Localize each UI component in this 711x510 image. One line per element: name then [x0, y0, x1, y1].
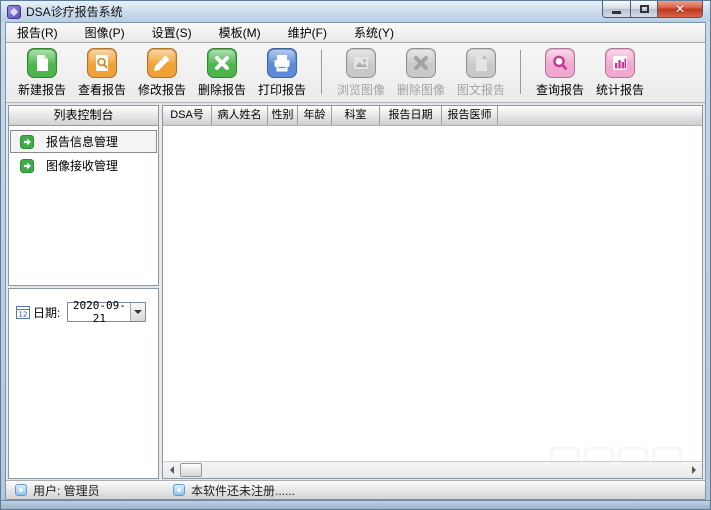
svg-text:12: 12 — [19, 310, 28, 318]
edit-report-icon — [147, 48, 177, 78]
delete-image-icon — [406, 48, 436, 78]
scroll-left-icon[interactable] — [163, 462, 179, 478]
date-label: 日期: — [33, 305, 61, 320]
window-bottom-frame — [1, 500, 710, 509]
toolbar: 新建报告 查看报告 修改报告 删除报告 打印报告 浏览图像 删除图像 图文报告 … — [6, 43, 705, 103]
new-report-icon — [27, 48, 57, 78]
maximize-icon — [639, 5, 649, 13]
window-title: DSA诊疗报告系统 — [26, 5, 123, 19]
content-area: 列表控制台 报告信息管理 图像接收管理 12 日期: 2020-09-21 DS… — [6, 103, 705, 480]
column-header-patient[interactable]: 病人姓名 — [212, 106, 268, 125]
green-arrow-icon — [20, 158, 34, 173]
menu-system[interactable]: 系统(Y) — [354, 24, 394, 41]
column-header-department[interactable]: 科室 — [332, 106, 380, 125]
dropdown-arrow-icon[interactable] — [130, 303, 146, 321]
close-icon: ✕ — [674, 2, 686, 16]
title-bar[interactable]: DSA诊疗报告系统 ✕ — [1, 1, 710, 22]
status-register-section: 本软件还未注册...... — [173, 482, 295, 499]
delete-report-icon — [207, 48, 237, 78]
sidebar-item-label: 报告信息管理 — [46, 135, 119, 149]
toolbar-separator — [321, 50, 322, 94]
delete-image-button: 删除图像 — [391, 48, 451, 98]
view-report-button[interactable]: 查看报告 — [72, 48, 132, 98]
minimize-button[interactable] — [602, 1, 631, 18]
date-value: 2020-09-21 — [72, 299, 126, 325]
table-header: DSA号 病人姓名 性别 年龄 科室 报告日期 报告医师 — [163, 106, 702, 126]
sidebar: 列表控制台 报告信息管理 图像接收管理 12 日期: 2020-09-21 — [8, 105, 159, 479]
sidebar-item-image-receive[interactable]: 图像接收管理 — [10, 154, 157, 177]
browse-image-icon — [346, 48, 376, 78]
menu-report[interactable]: 报告(R) — [17, 24, 58, 41]
column-header-filler — [498, 106, 702, 125]
print-report-icon — [267, 48, 297, 78]
minimize-icon — [612, 10, 621, 14]
menu-bar: 报告(R) 图像(P) 设置(S) 模板(M) 维护(F) 系统(Y) — [6, 23, 705, 43]
app-window: DSA诊疗报告系统 ✕ 报告(R) 图像(P) 设置(S) 模板(M) 维护(F… — [0, 0, 711, 510]
column-header-age[interactable]: 年龄 — [298, 106, 332, 125]
scrollbar-thumb[interactable] — [180, 463, 202, 477]
new-report-button[interactable]: 新建报告 — [12, 48, 72, 98]
edit-report-button[interactable]: 修改报告 — [132, 48, 192, 98]
menu-image[interactable]: 图像(P) — [85, 24, 125, 41]
column-header-report-date[interactable]: 报告日期 — [380, 106, 442, 125]
view-report-icon — [87, 48, 117, 78]
sidebar-item-report-info[interactable]: 报告信息管理 — [10, 130, 157, 153]
stats-report-icon — [605, 48, 635, 78]
column-header-gender[interactable]: 性别 — [268, 106, 298, 125]
status-user-section: 用户: 管理员 — [15, 482, 173, 499]
calendar-icon: 12 — [16, 305, 30, 319]
table-body[interactable] — [163, 126, 702, 471]
list-console-panel: 列表控制台 报告信息管理 图像接收管理 — [8, 105, 159, 286]
image-text-report-button: 图文报告 — [451, 48, 511, 98]
image-text-report-icon — [466, 48, 496, 78]
horizontal-scrollbar[interactable] — [163, 461, 702, 478]
close-button[interactable]: ✕ — [658, 1, 703, 18]
sidebar-header: 列表控制台 — [9, 106, 158, 126]
scroll-right-icon[interactable] — [686, 462, 702, 478]
menu-maintain[interactable]: 维护(F) — [288, 24, 327, 41]
sidebar-item-label: 图像接收管理 — [46, 159, 119, 173]
stats-report-button[interactable]: 统计报告 — [590, 48, 650, 98]
browse-image-button: 浏览图像 — [331, 48, 391, 98]
app-icon — [7, 4, 21, 19]
user-status-text: 用户: 管理员 — [33, 483, 100, 498]
status-bar: 用户: 管理员 本软件还未注册...... — [6, 480, 705, 499]
menu-template[interactable]: 模板(M) — [219, 24, 261, 41]
print-report-button[interactable]: 打印报告 — [252, 48, 312, 98]
toolbar-separator — [520, 50, 521, 94]
report-table-panel: DSA号 病人姓名 性别 年龄 科室 报告日期 报告医师 — [162, 105, 703, 479]
user-status-icon — [15, 484, 27, 496]
column-header-dsa-no[interactable]: DSA号 — [163, 106, 212, 125]
query-report-button[interactable]: 查询报告 — [530, 48, 590, 98]
delete-report-button[interactable]: 删除报告 — [192, 48, 252, 98]
menu-settings[interactable]: 设置(S) — [152, 24, 192, 41]
column-header-physician[interactable]: 报告医师 — [442, 106, 498, 125]
register-status-text: 本软件还未注册...... — [191, 483, 296, 498]
sidebar-list: 报告信息管理 图像接收管理 — [9, 126, 158, 178]
query-report-icon — [545, 48, 575, 78]
maximize-button[interactable] — [631, 1, 658, 18]
register-status-icon — [173, 484, 185, 496]
date-select[interactable]: 2020-09-21 — [67, 299, 147, 325]
date-panel: 12 日期: 2020-09-21 — [8, 288, 159, 479]
green-arrow-icon — [20, 134, 34, 149]
window-controls: ✕ — [602, 1, 703, 18]
